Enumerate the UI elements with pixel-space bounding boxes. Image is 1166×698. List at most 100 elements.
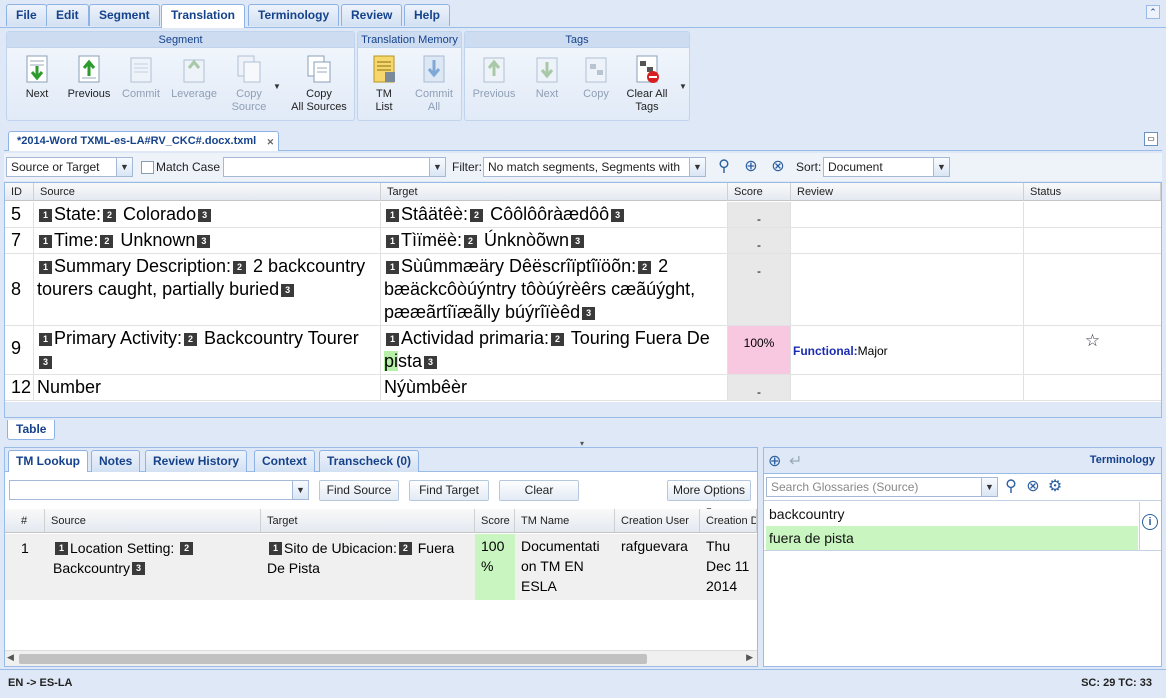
glossary-search-input[interactable]: Search Glossaries (Source) ▼ [766, 477, 998, 497]
find-target-button[interactable]: Find Target [409, 480, 489, 501]
tab-table[interactable]: Table [7, 420, 56, 440]
column-header-target[interactable]: Target [381, 183, 728, 201]
table-row[interactable]: 12 Number Nýùmbêèr - [5, 375, 1161, 401]
review-cell[interactable] [791, 375, 1024, 400]
tab-tm-lookup[interactable]: TM Lookup [8, 450, 88, 472]
target-cell[interactable]: 1 Stâätêè: 2 Côôlôôràædôô 3 [381, 202, 728, 227]
maximize-panel-icon[interactable]: ▭ [1144, 132, 1158, 146]
previous-segment-button[interactable]: Previous [65, 54, 113, 101]
target-cell[interactable]: 1 Tìïmëè: 2 Únknòõwn 3 [381, 228, 728, 253]
sort-select[interactable]: Document ▼ [823, 157, 950, 177]
clear-button[interactable]: Clear [499, 480, 579, 501]
match-case-checkbox[interactable] [141, 161, 154, 174]
tm-search-input[interactable]: ▼ [9, 480, 309, 500]
scrollbar-thumb[interactable] [19, 654, 647, 664]
table-row[interactable]: 5 1 State: 2 Colorado 3 1 Stâätêè: 2 Côôlôôrà… [5, 202, 1161, 228]
segment-id: 7 [5, 228, 34, 253]
menu-tab-edit[interactable]: Edit [46, 4, 89, 26]
tab-transcheck[interactable]: Transcheck (0) [319, 450, 420, 472]
info-icon[interactable]: i [1142, 514, 1158, 530]
column-header-creation-user[interactable]: Creation User [615, 509, 700, 533]
status-cell[interactable]: ☆ [1024, 326, 1161, 374]
menu-tab-terminology[interactable]: Terminology [248, 4, 340, 26]
add-term-icon[interactable]: ⊕ [768, 451, 781, 471]
tm-list-button[interactable]: TM List [366, 54, 402, 114]
column-header-id[interactable]: ID [5, 183, 34, 201]
tab-context[interactable]: Context [254, 450, 315, 472]
source-cell[interactable]: 1 Primary Activity: 2 Backcountry Tourer 3 [34, 326, 381, 374]
review-cell[interactable] [791, 254, 1024, 325]
scroll-left-icon[interactable]: ◀ [7, 652, 14, 663]
next-segment-button[interactable]: Next [17, 54, 57, 101]
copy-source-button[interactable]: Copy Source [227, 54, 271, 114]
scroll-right-icon[interactable]: ▶ [746, 652, 753, 663]
target-cell[interactable]: 1 Sùûmmæäry Dêëscrîïptîïöõn: 2 2 bæäckcôòú… [381, 254, 728, 325]
column-header-tm-name[interactable]: TM Name [515, 509, 615, 533]
clear-search-icon[interactable]: ⊗ [1024, 478, 1042, 496]
commit-button[interactable]: Commit [120, 54, 162, 101]
menu-tab-review[interactable]: Review [341, 4, 403, 26]
copy-source-dropdown-icon[interactable]: ▼ [273, 82, 281, 91]
leverage-button[interactable]: Leverage [169, 54, 219, 101]
status-cell[interactable] [1024, 202, 1161, 227]
review-cell[interactable] [791, 202, 1024, 227]
menu-tab-help[interactable]: Help [404, 4, 451, 26]
tab-notes[interactable]: Notes [91, 450, 141, 472]
status-cell[interactable] [1024, 375, 1161, 400]
copy-tags-button[interactable]: Copy [577, 54, 615, 101]
source-cell[interactable]: Number [34, 375, 381, 400]
table-row[interactable]: 1 1 Location Setting: 2 Backcountry 3 1 Sito… [5, 534, 757, 600]
gear-icon[interactable]: ⚙ [1046, 478, 1064, 496]
search-icon[interactable]: ⚲ [715, 158, 733, 176]
column-header-status[interactable]: Status [1024, 183, 1161, 201]
term-entry[interactable]: fuera de pista [766, 526, 1138, 550]
find-source-button[interactable]: Find Source [319, 480, 399, 501]
source-cell[interactable]: 1 Summary Description: 2 2 backcountry tou… [34, 254, 381, 325]
term-entry[interactable]: backcountry [766, 502, 1138, 526]
table-row[interactable]: 9 1 Primary Activity: 2 Backcountry Tourer… [5, 326, 1161, 375]
commit-all-button[interactable]: Commit All [412, 54, 456, 114]
target-cell[interactable]: 1 Actividad primaria: 2 Touring Fuera De p… [381, 326, 728, 374]
column-header-number[interactable]: # [5, 509, 45, 533]
add-filter-icon[interactable]: ⊕ [742, 158, 760, 176]
source-cell[interactable]: 1 State: 2 Colorado 3 [34, 202, 381, 227]
column-header-source[interactable]: Source [34, 183, 381, 201]
splitter-handle-icon[interactable]: ▾ [566, 440, 598, 448]
menu-tab-translation[interactable]: Translation [161, 4, 246, 28]
source-cell[interactable]: 1 Time: 2 Unknown 3 [34, 228, 381, 253]
target-cell[interactable]: Nýùmbêèr [381, 375, 728, 400]
column-header-score[interactable]: Score [475, 509, 515, 533]
column-header-source[interactable]: Source [45, 509, 261, 533]
menu-tab-file[interactable]: File [6, 4, 47, 26]
close-tab-icon[interactable]: ✕ [267, 133, 275, 151]
column-header-score[interactable]: Score [728, 183, 791, 201]
more-options-button[interactable]: More Options ▼ [667, 480, 751, 515]
table-row[interactable]: 7 1 Time: 2 Unknown 3 1 Tìïmëè: 2 Únknòõwn 3 - [5, 228, 1161, 254]
next-tag-button[interactable]: Next [529, 54, 565, 101]
clear-filter-icon[interactable]: ⊗ [769, 158, 787, 176]
previous-tag-button[interactable]: Previous [469, 54, 519, 101]
tab-review-history[interactable]: Review History [145, 450, 248, 472]
clear-tags-dropdown-icon[interactable]: ▼ [679, 82, 687, 91]
search-scope-select[interactable]: Source or Target ▼ [6, 157, 133, 177]
document-tab[interactable]: *2014-Word TXML-es-LA#RV_CKC#.docx.txml … [8, 131, 280, 151]
collapse-ribbon-icon[interactable]: ⌃ [1146, 5, 1160, 19]
review-cell[interactable] [791, 228, 1024, 253]
clear-all-tags-button[interactable]: Clear All Tags [623, 54, 671, 114]
search-icon[interactable]: ⚲ [1002, 478, 1020, 496]
source-text: Primary Activity: [54, 328, 183, 348]
column-header-review[interactable]: Review [791, 183, 1024, 201]
column-header-creation-date[interactable]: Creation D [700, 509, 757, 533]
table-row[interactable]: 8 1 Summary Description: 2 2 backcountry t… [5, 254, 1161, 326]
status-cell[interactable] [1024, 228, 1161, 253]
horizontal-scrollbar[interactable]: ◀ ▶ [5, 650, 757, 666]
status-cell[interactable] [1024, 254, 1161, 325]
menu-tab-segment[interactable]: Segment [89, 4, 160, 26]
filter-select[interactable]: No match segments, Segments with ▼ [483, 157, 706, 177]
insert-term-icon[interactable]: ↵ [789, 451, 802, 471]
column-header-target[interactable]: Target [261, 509, 475, 533]
review-cell[interactable]: Functional:Major [791, 326, 1024, 374]
search-input[interactable]: ▼ [223, 157, 446, 177]
star-icon[interactable]: ☆ [1085, 331, 1100, 350]
copy-all-sources-button[interactable]: Copy All Sources [289, 54, 349, 114]
